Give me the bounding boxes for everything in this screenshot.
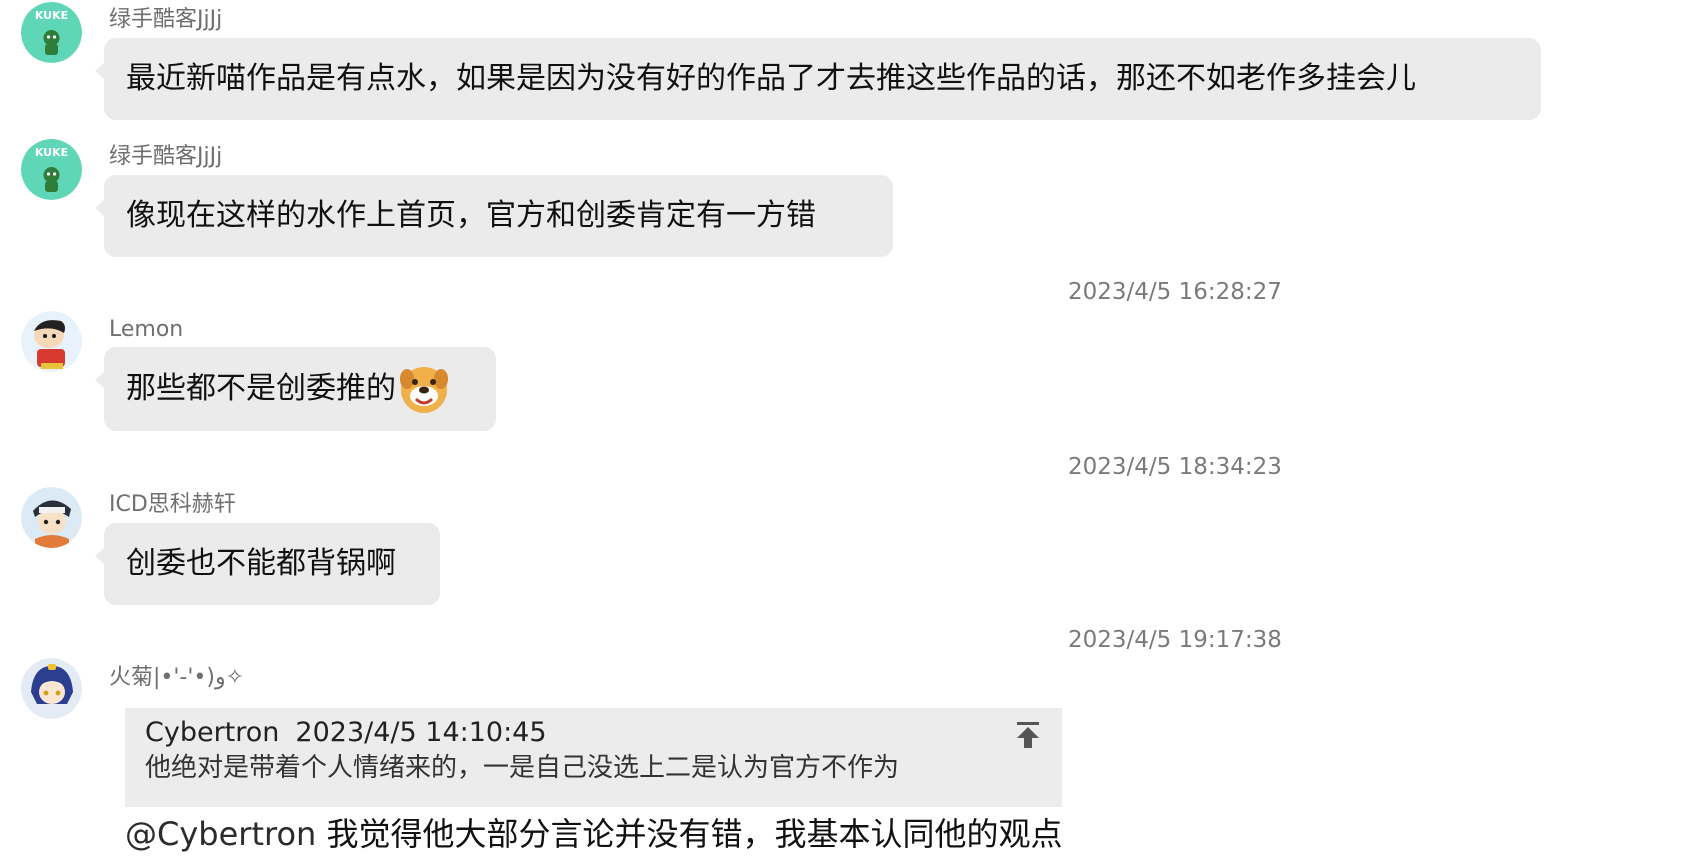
chat-history: KUKE 绿手酷客JjJj 最近新喵作品是有点水，如果是因为没有好的作品了才去推…: [0, 0, 1695, 866]
timestamp: 2023/4/5 19:17:38: [1068, 627, 1282, 653]
quote-header: Cybertron 2023/4/5 14:10:45: [145, 718, 1042, 748]
sender-name[interactable]: Lemon: [109, 319, 183, 341]
message-text: 那些都不是创委推的: [126, 371, 396, 406]
quoted-message[interactable]: Cybertron 2023/4/5 14:10:45 他绝对是带着个人情绪来的，…: [125, 708, 1062, 807]
avatar[interactable]: [21, 658, 82, 719]
avatar[interactable]: [21, 487, 82, 548]
dog-face-emoji-icon: [398, 363, 450, 415]
sender-name[interactable]: ICD思科赫轩: [109, 494, 236, 516]
crayon-boy-avatar-icon: [21, 311, 82, 372]
message-bubble[interactable]: 那些都不是创委推的: [95, 347, 496, 431]
timestamp: 2023/4/5 18:34:23: [1068, 454, 1282, 480]
message-bubble[interactable]: 创委也不能都背锅啊: [95, 523, 440, 605]
message-bubble[interactable]: 最近新喵作品是有点水，如果是因为没有好的作品了才去推这些作品的话，那还不如老作多…: [95, 38, 1541, 120]
anime-girl-avatar-icon: [21, 658, 82, 719]
mention-link[interactable]: @Cybertron: [125, 815, 316, 853]
sender-name[interactable]: 绿手酷客JjJj: [109, 146, 222, 168]
quote-text: 他绝对是带着个人情绪来的，一是自己没选上二是认为官方不作为: [145, 752, 900, 783]
quote-time: 2023/4/5 14:10:45: [295, 717, 547, 748]
svg-text:KUKE: KUKE: [35, 9, 68, 22]
sender-name[interactable]: 火菊|•'-'•)و✧: [109, 667, 244, 689]
message-bubble[interactable]: 像现在这样的水作上首页，官方和创委肯定有一方错: [95, 175, 893, 257]
kuke-avatar-icon: KUKE: [21, 2, 82, 63]
kuke-avatar-icon: KUKE: [21, 139, 82, 200]
avatar[interactable]: [21, 311, 82, 372]
timestamp: 2023/4/5 16:28:27: [1068, 279, 1282, 305]
avatar[interactable]: KUKE: [21, 2, 82, 63]
sender-name[interactable]: 绿手酷客JjJj: [109, 9, 222, 31]
reply-message-text: 我觉得他大部分言论并没有错，我基本认同他的观点: [326, 815, 1063, 853]
anime-boy-avatar-icon: [21, 487, 82, 548]
svg-text:KUKE: KUKE: [35, 146, 68, 159]
jump-to-top-icon[interactable]: [1014, 720, 1042, 750]
avatar[interactable]: KUKE: [21, 139, 82, 200]
reply-message[interactable]: @Cybertron 我觉得他大部分言论并没有错，我基本认同他的观点: [125, 818, 1062, 850]
quote-author: Cybertron: [145, 717, 280, 748]
